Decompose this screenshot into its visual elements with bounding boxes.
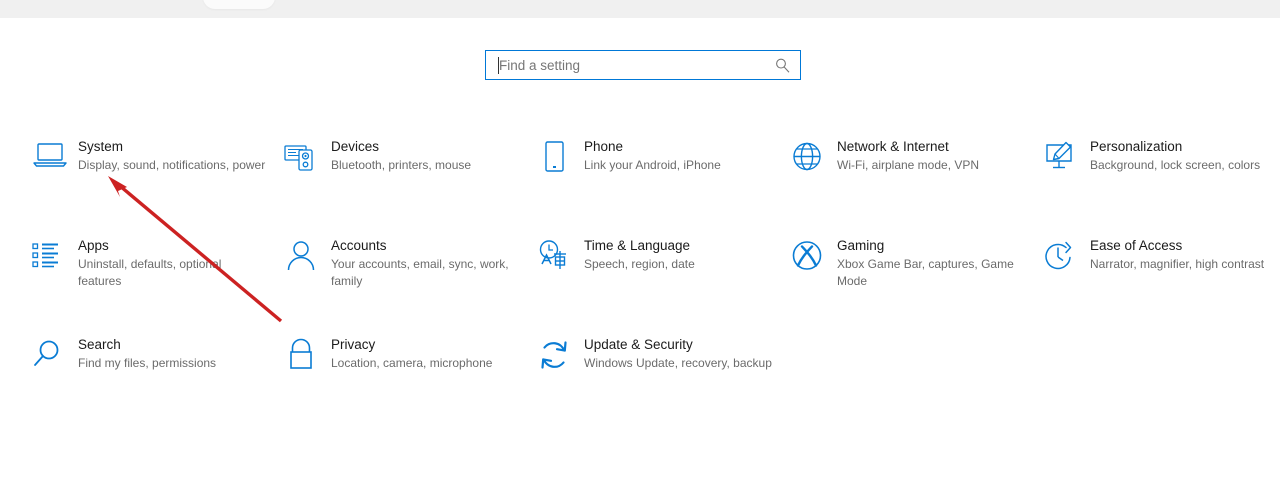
settings-tile-devices[interactable]: Devices Bluetooth, printers, mouse <box>283 138 519 218</box>
settings-tile-system[interactable]: System Display, sound, notifications, po… <box>30 138 266 218</box>
tile-subtitle: Speech, region, date <box>584 257 695 271</box>
phone-icon <box>536 140 576 174</box>
refresh-icon <box>536 338 576 372</box>
window-top-strip <box>0 0 1280 18</box>
settings-tile-accounts[interactable]: Accounts Your accounts, email, sync, wor… <box>283 237 519 317</box>
tile-title: Search <box>78 337 121 352</box>
laptop-icon <box>30 140 70 174</box>
settings-tile-phone[interactable]: Phone Link your Android, iPhone <box>536 138 772 218</box>
tile-subtitle: Narrator, magnifier, high contrast <box>1090 257 1265 271</box>
clock-language-icon <box>536 239 576 273</box>
tile-text: Personalization Background, lock screen,… <box>1090 138 1278 174</box>
tile-subtitle: Bluetooth, printers, mouse <box>331 158 472 172</box>
search-input[interactable] <box>486 51 764 79</box>
tile-subtitle: Windows Update, recovery, backup <box>584 356 772 370</box>
tile-text: Network & Internet Wi-Fi, airplane mode,… <box>837 138 1025 174</box>
tile-title: Apps <box>78 238 109 253</box>
settings-tile-search[interactable]: Search Find my files, permissions <box>30 336 266 416</box>
tile-subtitle: Uninstall, defaults, optional features <box>78 257 222 288</box>
settings-row: Apps Uninstall, defaults, optional featu… <box>0 237 1280 336</box>
tile-subtitle: Find my files, permissions <box>78 356 217 370</box>
tile-title: Accounts <box>331 238 387 253</box>
tile-subtitle: Xbox Game Bar, captures, Game Mode <box>837 257 1014 288</box>
settings-tile-ease-of-access[interactable]: Ease of Access Narrator, magnifier, high… <box>1042 237 1278 317</box>
settings-tile-personalization[interactable]: Personalization Background, lock screen,… <box>1042 138 1278 218</box>
tile-title: Ease of Access <box>1090 238 1183 253</box>
tile-subtitle: Background, lock screen, colors <box>1090 158 1261 172</box>
settings-tile-privacy[interactable]: Privacy Location, camera, microphone <box>283 336 519 416</box>
search-box[interactable] <box>485 50 801 80</box>
settings-tile-gaming[interactable]: Gaming Xbox Game Bar, captures, Game Mod… <box>789 237 1025 317</box>
magnifier-icon <box>30 338 70 372</box>
tile-title: Devices <box>331 139 380 154</box>
tile-subtitle: Display, sound, notifications, power <box>78 158 266 172</box>
settings-tile-apps[interactable]: Apps Uninstall, defaults, optional featu… <box>30 237 266 317</box>
tile-text: Devices Bluetooth, printers, mouse <box>331 138 519 174</box>
tile-title: Phone <box>584 139 624 154</box>
tile-text: Phone Link your Android, iPhone <box>584 138 772 174</box>
tile-title: Update & Security <box>584 337 693 352</box>
tile-subtitle: Link your Android, iPhone <box>584 158 721 172</box>
tile-title: Network & Internet <box>837 139 949 154</box>
settings-row: Search Find my files, permissions Privac… <box>0 336 1280 435</box>
paintbrush-monitor-icon <box>1042 140 1082 174</box>
settings-grid: System Display, sound, notifications, po… <box>0 138 1280 435</box>
tile-subtitle: Location, camera, microphone <box>331 356 493 370</box>
tile-text: Gaming Xbox Game Bar, captures, Game Mod… <box>837 237 1025 290</box>
tile-text: Update & Security Windows Update, recove… <box>584 336 772 372</box>
list-icon <box>30 239 70 273</box>
person-icon <box>283 239 323 273</box>
tile-text: System Display, sound, notifications, po… <box>78 138 266 174</box>
globe-icon <box>789 140 829 174</box>
tile-title: Personalization <box>1090 139 1183 154</box>
tile-title: System <box>78 139 124 154</box>
tile-title: Privacy <box>331 337 376 352</box>
tile-text: Time & Language Speech, region, date <box>584 237 772 273</box>
settings-tile-time-language[interactable]: Time & Language Speech, region, date <box>536 237 772 317</box>
devices-icon <box>283 140 323 174</box>
lock-icon <box>283 338 323 372</box>
settings-row: System Display, sound, notifications, po… <box>0 138 1280 237</box>
tile-title: Gaming <box>837 238 885 253</box>
tile-subtitle: Wi-Fi, airplane mode, VPN <box>837 158 980 172</box>
tile-subtitle: Your accounts, email, sync, work, family <box>331 257 509 288</box>
partial-tab-shape <box>203 0 275 9</box>
settings-tile-network-internet[interactable]: Network & Internet Wi-Fi, airplane mode,… <box>789 138 1025 218</box>
tile-text: Accounts Your accounts, email, sync, wor… <box>331 237 519 290</box>
tile-title: Time & Language <box>584 238 691 253</box>
search-icon[interactable] <box>774 57 791 74</box>
tile-text: Search Find my files, permissions <box>78 336 266 372</box>
ease-of-access-icon <box>1042 239 1082 273</box>
tile-text: Apps Uninstall, defaults, optional featu… <box>78 237 266 290</box>
tile-text: Privacy Location, camera, microphone <box>331 336 519 372</box>
tile-text: Ease of Access Narrator, magnifier, high… <box>1090 237 1278 273</box>
settings-tile-update-security[interactable]: Update & Security Windows Update, recove… <box>536 336 772 416</box>
xbox-icon <box>789 239 829 273</box>
